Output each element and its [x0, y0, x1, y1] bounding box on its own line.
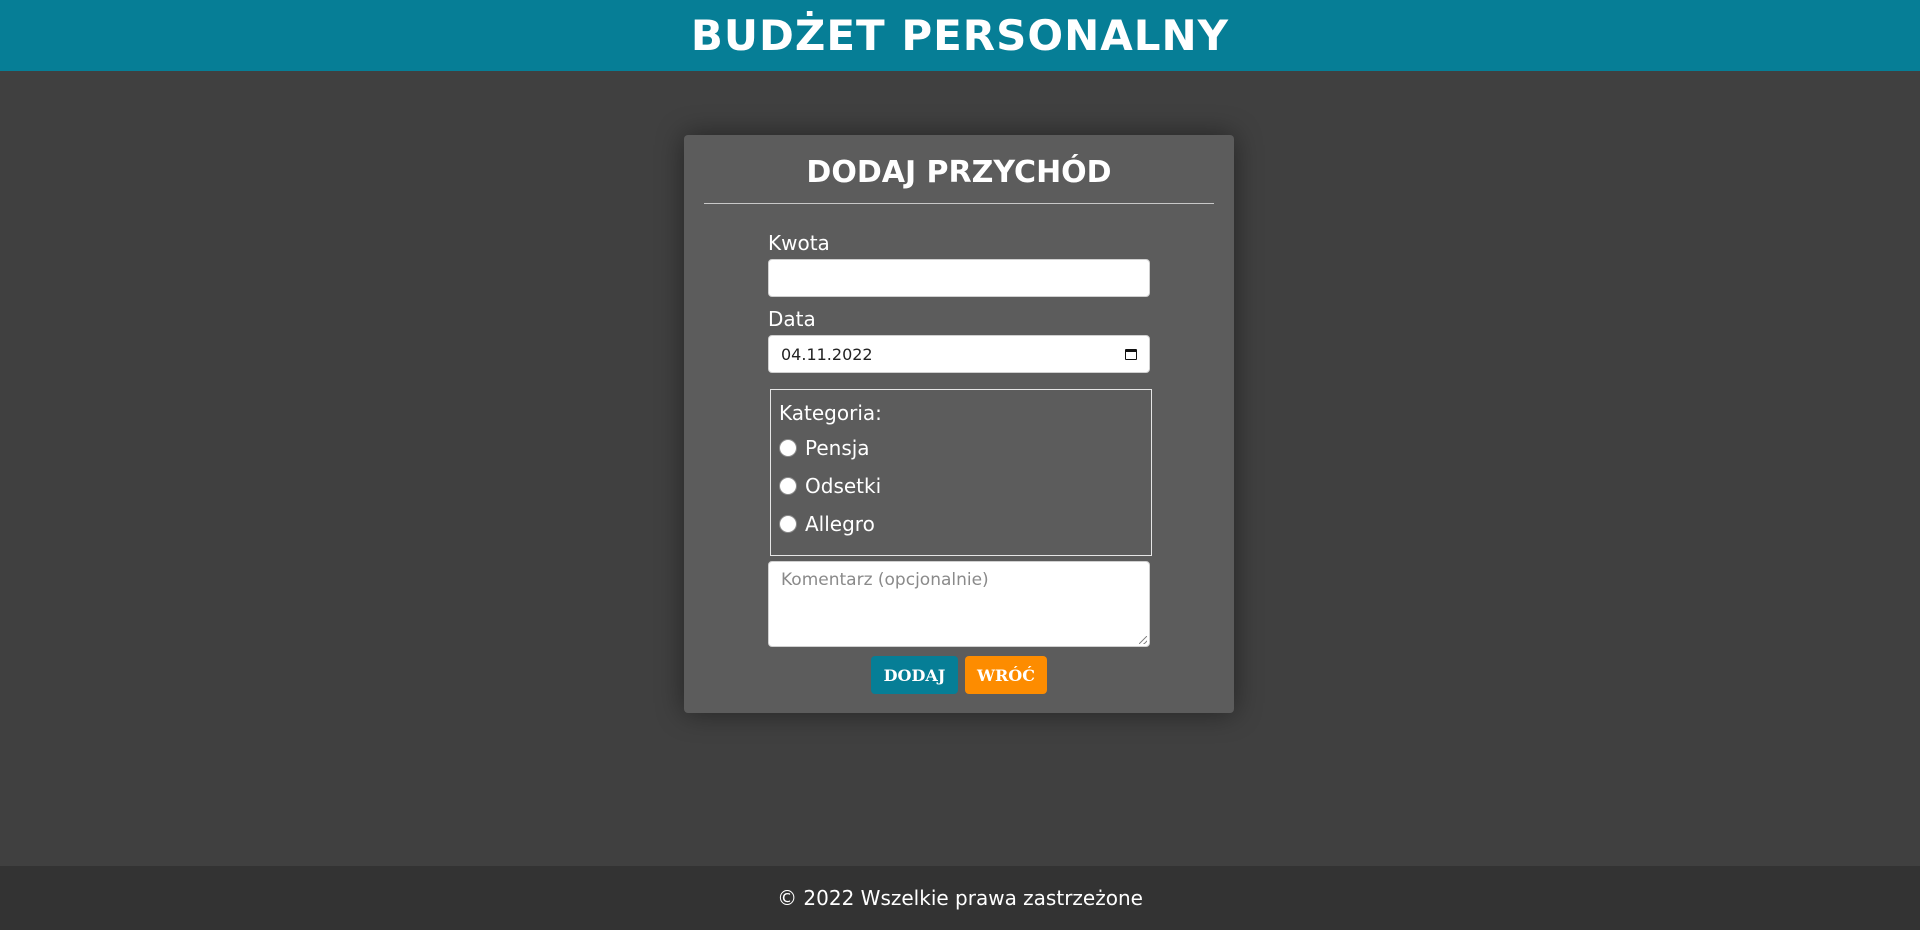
category-legend: Kategoria:: [779, 401, 882, 425]
radio-button[interactable]: [779, 439, 797, 457]
app-header: BUDŻET PERSONALNY: [0, 0, 1920, 71]
date-value: 04.11.2022: [781, 344, 873, 364]
form-title: DODAJ PRZYCHÓD: [806, 155, 1112, 190]
resize-grip-icon[interactable]: [1139, 636, 1147, 644]
app-title: BUDŻET PERSONALNY: [690, 11, 1230, 60]
radio-label: Allegro: [805, 512, 875, 536]
title-divider: [704, 203, 1214, 204]
radio-label: Odsetki: [805, 474, 882, 498]
date-label: Data: [768, 307, 816, 331]
copyright-text: © 2022 Wszelkie prawa zastrzeżone: [777, 886, 1143, 910]
calendar-icon[interactable]: [1125, 348, 1137, 360]
amount-label: Kwota: [768, 231, 830, 255]
income-form-card: DODAJ PRZYCHÓD Kwota Data 04.11.2022 Kat…: [684, 135, 1234, 713]
radio-button[interactable]: [779, 515, 797, 533]
comment-placeholder: Komentarz (opcjonalnie): [781, 570, 989, 590]
category-option-pensja[interactable]: Pensja: [779, 436, 870, 460]
radio-label: Pensja: [805, 436, 870, 460]
amount-input[interactable]: [768, 259, 1150, 297]
date-input[interactable]: 04.11.2022: [768, 335, 1150, 373]
category-option-odsetki[interactable]: Odsetki: [779, 474, 881, 498]
comment-textarea[interactable]: Komentarz (opcjonalnie): [768, 561, 1150, 647]
radio-button[interactable]: [779, 477, 797, 495]
app-footer: © 2022 Wszelkie prawa zastrzeżone: [0, 866, 1920, 930]
category-option-allegro[interactable]: Allegro: [779, 512, 875, 536]
back-button[interactable]: WRÓĆ: [965, 656, 1047, 694]
category-fieldset: Kategoria: Pensja Odsetki Allegro: [770, 389, 1152, 556]
add-button[interactable]: DODAJ: [871, 656, 958, 694]
